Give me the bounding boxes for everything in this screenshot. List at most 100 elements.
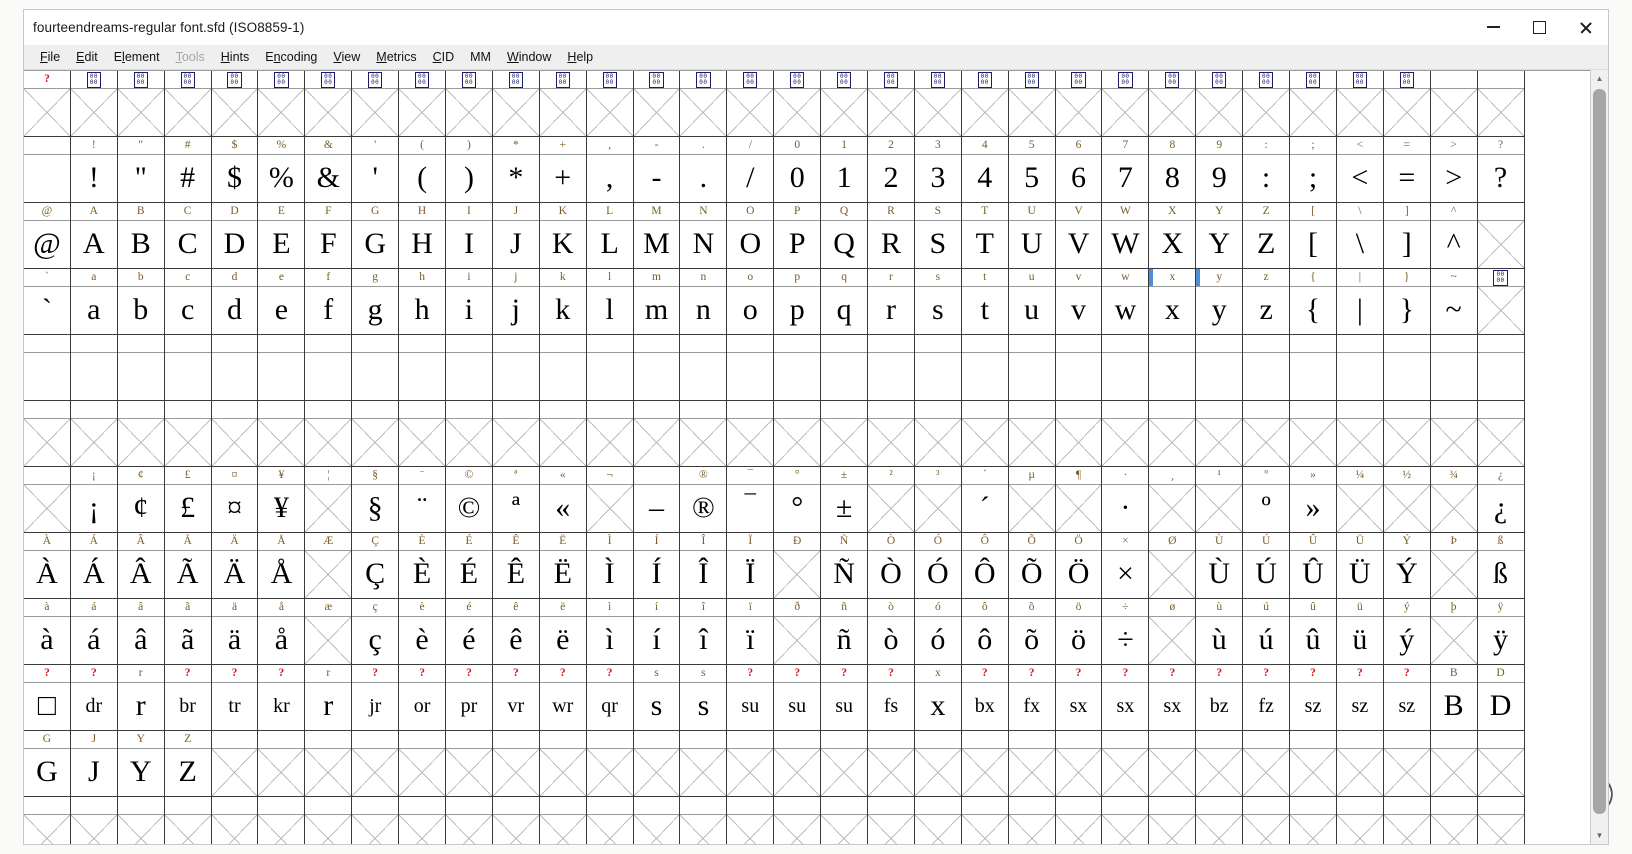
glyph-cell[interactable]: ûû <box>1290 599 1337 665</box>
title-bar[interactable]: fourteendreams-regular font.sfd (ISO8859… <box>24 10 1608 45</box>
glyph-cell[interactable]: vv <box>1055 269 1103 335</box>
glyph-cell[interactable]: GG <box>24 731 71 797</box>
glyph-cell[interactable]: ss <box>914 269 962 335</box>
glyph-cell[interactable]: · · <box>1102 467 1150 533</box>
glyph-cell[interactable]: ? wr <box>539 665 587 731</box>
glyph-cell[interactable]: ÅÅ <box>258 533 306 599</box>
glyph-cell[interactable] <box>492 335 540 401</box>
glyph-cell[interactable]: ? vr <box>492 665 540 731</box>
glyph-cell[interactable]: CC <box>164 203 212 269</box>
glyph-cell[interactable]: # # <box>164 137 212 203</box>
glyph-cell[interactable]: kk <box>539 269 587 335</box>
glyph-cell[interactable]: ' ' <box>352 137 400 203</box>
glyph-cell[interactable] <box>1477 203 1525 269</box>
glyph-cell[interactable]: {{ <box>1290 269 1337 335</box>
glyph-cell[interactable]: ? fz <box>1243 665 1291 731</box>
scroll-down-arrow[interactable]: ▼ <box>1591 827 1608 844</box>
glyph-cell[interactable]: II <box>446 203 493 269</box>
glyph-cell[interactable]: úú <box>1243 599 1291 665</box>
glyph-cell[interactable]: cc <box>164 269 212 335</box>
glyph-cell[interactable]: (( <box>399 137 447 203</box>
glyph-cell[interactable]: ³ <box>914 467 962 533</box>
glyph-cell[interactable] <box>680 401 728 467</box>
glyph-cell[interactable]: ? qr <box>586 665 634 731</box>
glyph-cell[interactable]: SS <box>914 203 962 269</box>
glyph-cell[interactable]: × × <box>1102 533 1150 599</box>
glyph-cell[interactable]: = = <box>1383 137 1431 203</box>
glyph-cell[interactable] <box>1102 335 1150 401</box>
glyph-cell[interactable] <box>211 335 259 401</box>
glyph-cell[interactable]: 00 00 <box>1102 71 1150 137</box>
glyph-cell[interactable]: / / <box>727 137 775 203</box>
glyph-cell[interactable] <box>539 335 587 401</box>
glyph-cell[interactable]: XX <box>1149 203 1197 269</box>
glyph-cell[interactable] <box>211 797 259 844</box>
glyph-cell[interactable]: Ø <box>1149 533 1197 599</box>
glyph-cell[interactable]: jj <box>492 269 540 335</box>
glyph-cell[interactable]: ÌÌ <box>586 533 634 599</box>
glyph-cell[interactable]: ² <box>868 467 915 533</box>
glyph-cell[interactable]: öö <box>1055 599 1103 665</box>
glyph-cell[interactable] <box>586 401 634 467</box>
glyph-cell[interactable] <box>24 137 71 203</box>
glyph-cell[interactable]: ÷ ÷ <box>1102 599 1150 665</box>
glyph-cell[interactable]: ËË <box>539 533 587 599</box>
glyph-cell[interactable] <box>1336 335 1384 401</box>
glyph-cell[interactable]: ? sz <box>1383 665 1431 731</box>
glyph-cell[interactable]: 00 00 <box>1196 71 1244 137</box>
minimize-button[interactable] <box>1470 10 1516 44</box>
glyph-cell[interactable]: »» <box>1290 467 1337 533</box>
glyph-cell[interactable]: 00 00 <box>258 71 306 137</box>
glyph-cell[interactable] <box>727 797 775 844</box>
scroll-up-arrow[interactable]: ▲ <box>1591 70 1608 87</box>
glyph-cell[interactable] <box>633 401 681 467</box>
glyph-cell[interactable]: qq <box>821 269 869 335</box>
glyph-cell[interactable] <box>352 797 400 844</box>
glyph-cell[interactable]: ? sz <box>1290 665 1337 731</box>
glyph-cell[interactable]: 88 <box>1149 137 1197 203</box>
glyph-cell[interactable] <box>258 797 306 844</box>
glyph-cell[interactable]: ÿÿ <box>1477 599 1525 665</box>
glyph-cell[interactable]: ¤ ¤ <box>211 467 259 533</box>
glyph-cell[interactable]: PP <box>774 203 822 269</box>
glyph-cell[interactable] <box>868 731 915 797</box>
glyph-cell[interactable]: 00 00 <box>399 71 447 137</box>
glyph-cell[interactable] <box>1196 797 1244 844</box>
glyph-cell[interactable]: 00 00 <box>1290 71 1337 137</box>
glyph-cell[interactable] <box>211 401 259 467</box>
glyph-cell[interactable] <box>633 797 681 844</box>
glyph-cell[interactable] <box>868 401 915 467</box>
glyph-cell[interactable] <box>1055 335 1103 401</box>
glyph-cell[interactable] <box>492 731 540 797</box>
glyph-cell[interactable]: êê <box>492 599 540 665</box>
glyph-cell[interactable]: < < <box>1336 137 1384 203</box>
glyph-cell[interactable] <box>1477 797 1525 844</box>
glyph-cell[interactable]: ? sx <box>1102 665 1150 731</box>
glyph-cell[interactable]: GG <box>352 203 400 269</box>
glyph-cell[interactable] <box>1149 797 1197 844</box>
glyph-cell[interactable]: BB <box>117 203 165 269</box>
glyph-cell[interactable]: ø <box>1149 599 1197 665</box>
glyph-cell[interactable]: ÕÕ <box>1008 533 1056 599</box>
glyph-cell[interactable]: ` ` <box>24 269 71 335</box>
glyph-cell[interactable]: ÉÉ <box>446 533 493 599</box>
glyph-cell[interactable]: ? sz <box>1336 665 1384 731</box>
glyph-cell[interactable]: 00 00 <box>305 71 353 137</box>
glyph-cell[interactable]: }} <box>1383 269 1431 335</box>
glyph-cell[interactable]: ÀÀ <box>24 533 71 599</box>
glyph-cell[interactable] <box>774 797 822 844</box>
glyph-cell[interactable] <box>1196 335 1244 401</box>
glyph-cell[interactable]: -- <box>633 137 681 203</box>
glyph-cell[interactable]: áá <box>70 599 118 665</box>
glyph-cell[interactable]: 00 00 <box>680 71 728 137</box>
glyph-cell[interactable]: ùù <box>1196 599 1244 665</box>
glyph-cell[interactable] <box>446 401 493 467</box>
glyph-cell[interactable] <box>633 731 681 797</box>
glyph-cell[interactable]: LL <box>586 203 634 269</box>
glyph-cell[interactable] <box>1383 797 1431 844</box>
glyph-cell[interactable]: ? bz <box>1196 665 1244 731</box>
glyph-cell[interactable] <box>1477 401 1525 467</box>
glyph-cell[interactable]: ? kr <box>258 665 306 731</box>
glyph-cell[interactable]: ¹ <box>1196 467 1244 533</box>
glyph-cell[interactable] <box>1008 401 1056 467</box>
